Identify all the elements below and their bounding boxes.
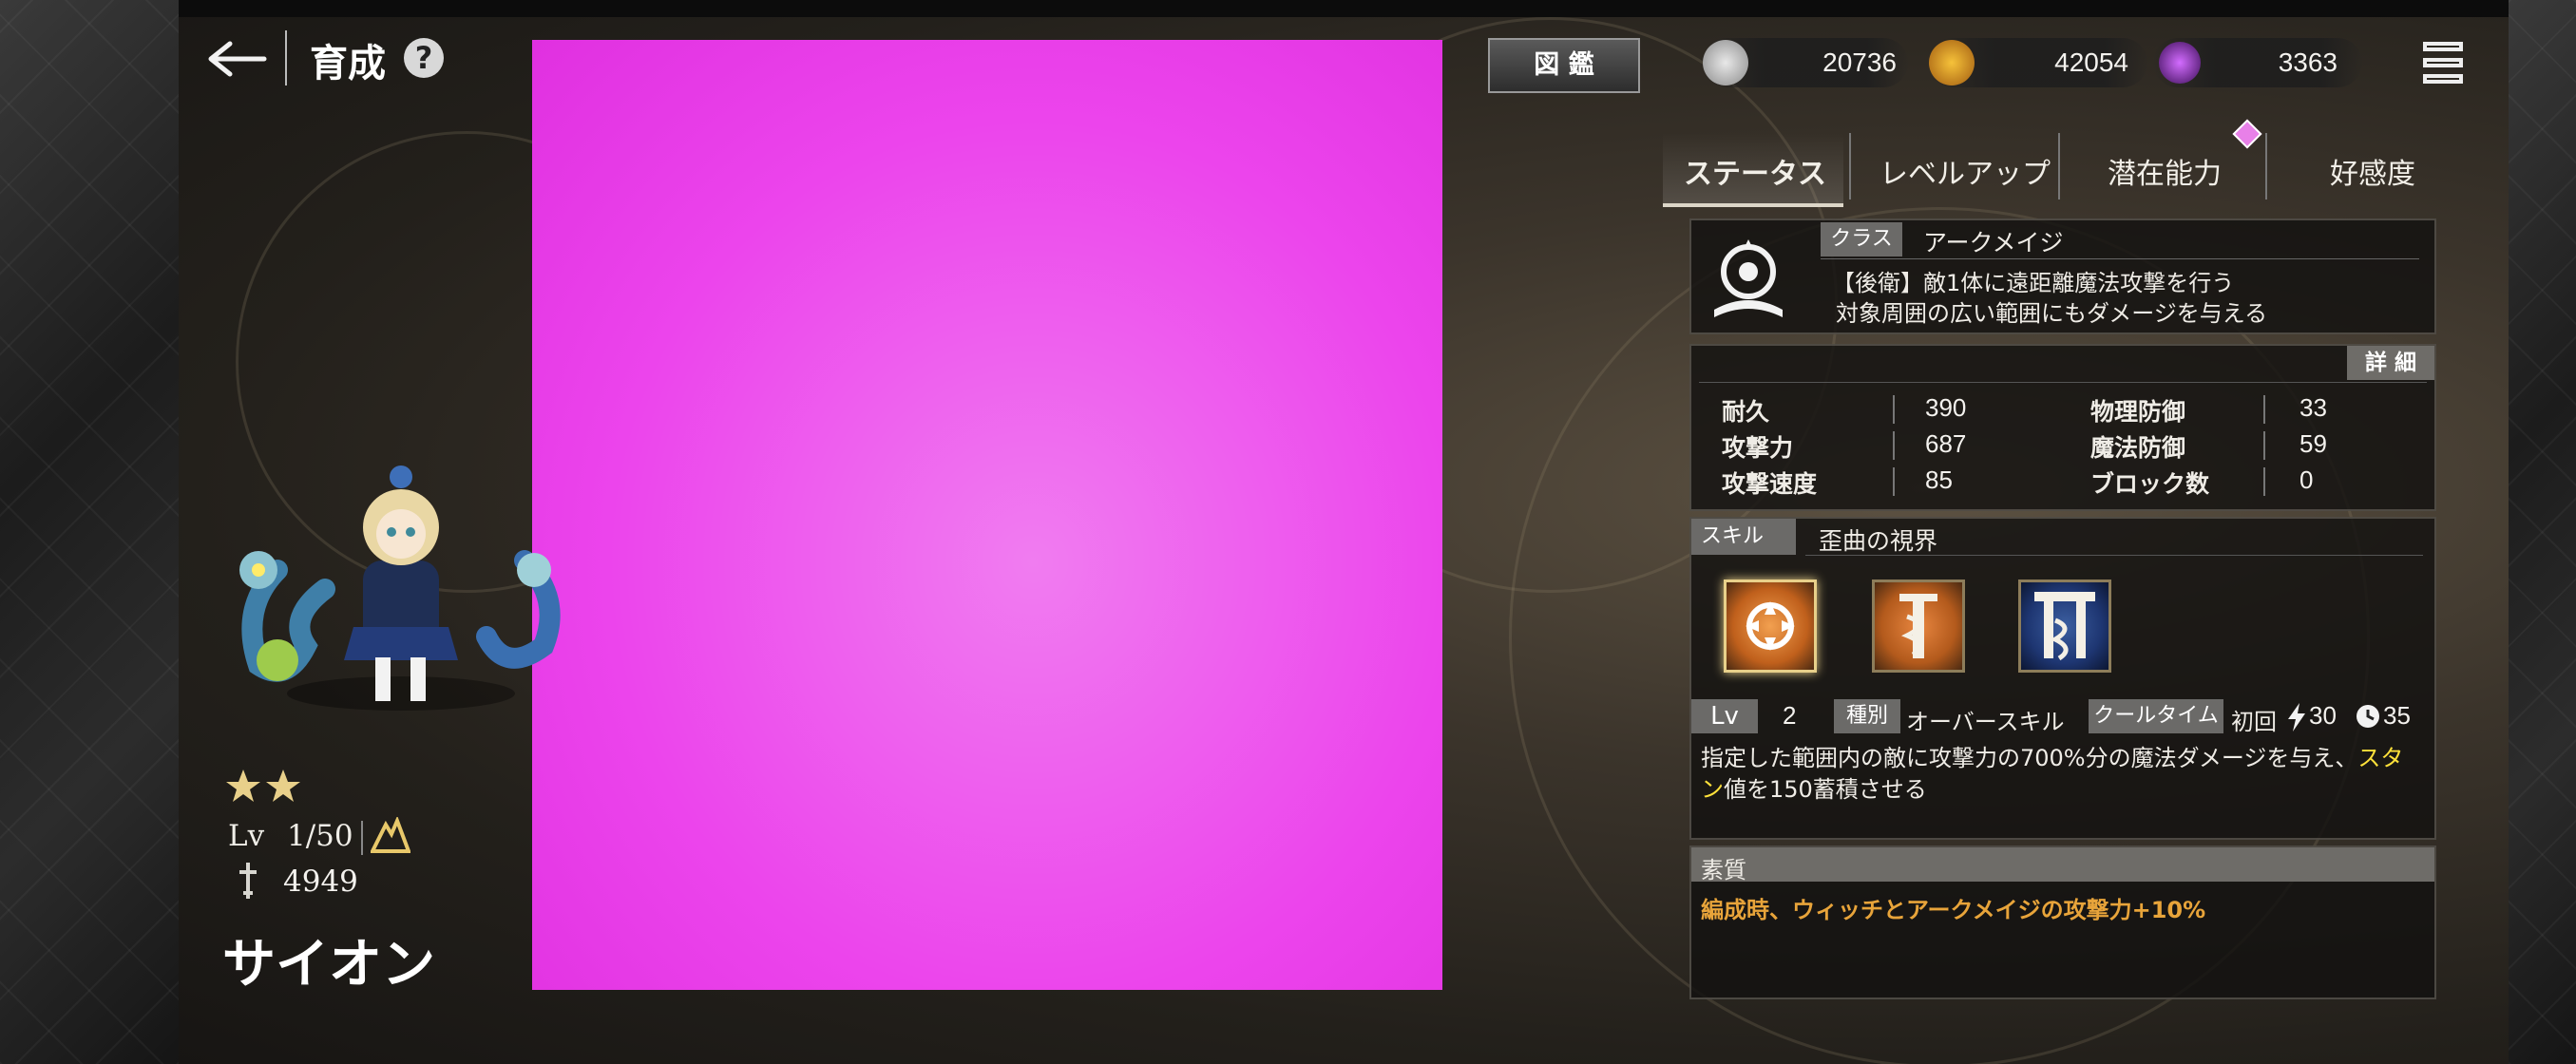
- distortion-skill-icon[interactable]: [1724, 580, 1817, 673]
- skill-name: 歪曲の視界: [1819, 527, 1938, 555]
- back-arrow-icon[interactable]: [207, 38, 268, 80]
- skill-desc: 指定した範囲内の敵に攻撃力の700%分の魔法ダメージを与え、スタン値を150蓄積…: [1701, 743, 2427, 806]
- mountain-icon: [369, 815, 411, 855]
- serpent-staff-skill-icon[interactable]: [1872, 580, 1965, 673]
- stat-separator: [2263, 431, 2265, 460]
- tab-level-up[interactable]: レベルアップ: [1853, 133, 2054, 203]
- stat-separator: [1893, 431, 1895, 460]
- menu-icon[interactable]: [2419, 40, 2467, 86]
- stats-divider: [1699, 382, 2427, 383]
- arcmage-class-icon: [1705, 234, 1792, 321]
- stat-separator: [1893, 395, 1895, 424]
- screen: 育成 ? 図 鑑 20736 42054 3363 ステータス レベルアップ 潜…: [0, 0, 2576, 1064]
- skill-lv-tag: Lv: [1691, 699, 1758, 733]
- skill-first-label: 初回: [2231, 709, 2277, 735]
- level-label: Lv: [228, 819, 265, 853]
- character-level: Lv 1/50: [228, 819, 353, 853]
- level-divider: [361, 821, 363, 855]
- skill-type-value: オーバースキル: [1906, 709, 2065, 735]
- currency-silver: 20736: [1703, 38, 1908, 87]
- character-name: サイオン: [222, 933, 435, 996]
- skill-desc-text: 指定した範囲内の敵に攻撃力の700%分の魔法ダメージを与え、: [1701, 745, 2358, 771]
- skill-first-value: 30: [2309, 701, 2337, 730]
- tab-affection[interactable]: 好感度: [2269, 133, 2459, 203]
- gold-value: 42054: [2054, 48, 2128, 77]
- encyclopedia-button[interactable]: 図 鑑: [1488, 38, 1640, 93]
- class-name: アークメイジ: [1923, 229, 2064, 256]
- skill-cooldown-value: 35: [2383, 701, 2411, 730]
- question-icon: ?: [414, 40, 433, 76]
- stat-label-magic-def: 魔法防御: [2090, 434, 2186, 462]
- tab-status-label: ステータス: [1684, 158, 1826, 191]
- top-border: [0, 0, 2576, 17]
- currency-gold: 42054: [1929, 38, 2147, 87]
- tab-divider: [2058, 133, 2060, 200]
- stats-panel: 詳 細 耐久 攻撃力 攻撃速度 390 687 85 物理防御 魔法防御 ブロッ…: [1689, 344, 2436, 511]
- stat-value-attack: 687: [1925, 429, 1967, 458]
- stat-value-magic-def: 59: [2299, 429, 2327, 458]
- skill-type-tag: 種別: [1834, 699, 1900, 733]
- stat-label-attack: 攻撃力: [1722, 434, 1794, 462]
- right-border-decoration: [2509, 0, 2576, 1064]
- class-tag: クラス: [1821, 222, 1902, 256]
- stat-label-attack-speed: 攻撃速度: [1722, 470, 1818, 498]
- gem-value: 3363: [2278, 48, 2337, 77]
- trait-title: 素質: [1701, 857, 1746, 884]
- stat-value-block: 0: [2299, 466, 2314, 494]
- skill-info-row: Lv 2 種別 オーバースキル クールタイム 初回 30 35: [1691, 699, 2434, 735]
- stat-separator: [1893, 467, 1895, 496]
- tab-affection-label: 好感度: [2330, 158, 2415, 191]
- stat-separator: [2263, 395, 2265, 424]
- page-title: 育成: [310, 42, 386, 86]
- silver-coin-icon: [1703, 40, 1748, 86]
- clock-icon: [2355, 703, 2381, 730]
- skill-desc-text: 値を150蓄積させる: [1724, 776, 1927, 803]
- skill-tag: スキル: [1691, 519, 1796, 555]
- purple-gem-icon: [2159, 42, 2201, 84]
- skill-lv-value: 2: [1783, 701, 1797, 730]
- help-button[interactable]: ?: [404, 38, 444, 78]
- tab-divider: [2265, 133, 2267, 200]
- serpent-gate-skill-icon[interactable]: [2018, 580, 2111, 673]
- silver-value: 20736: [1822, 48, 1897, 77]
- stat-label-block: ブロック数: [2090, 470, 2210, 498]
- stat-separator: [2263, 467, 2265, 496]
- tab-level-up-label: レベルアップ: [1880, 158, 2051, 191]
- stat-value-endurance: 390: [1925, 393, 1967, 422]
- character-power: 4949: [283, 864, 358, 899]
- currency-gem: 3363: [2153, 38, 2362, 87]
- star-rating: [224, 768, 310, 806]
- detail-button[interactable]: 詳 細: [2347, 346, 2434, 380]
- class-panel: クラス アークメイジ 【後衛】敵1体に遠距離魔法攻撃を行う 対象周囲の広い範囲に…: [1689, 218, 2436, 334]
- trait-panel: 素質 編成時、ウィッチとアークメイジの攻撃力+10%: [1689, 846, 2436, 999]
- skill-desc-highlight: ン: [1701, 776, 1724, 803]
- stat-label-phys-def: 物理防御: [2090, 398, 2186, 426]
- stat-label-endurance: 耐久: [1722, 398, 1770, 426]
- detail-label: 詳 細: [2364, 351, 2416, 375]
- stat-value-phys-def: 33: [2299, 393, 2327, 422]
- gold-coin-icon: [1929, 40, 1975, 86]
- skill-divider: [1805, 555, 2423, 556]
- level-value: 1/50: [286, 819, 353, 853]
- stat-value-attack-speed: 85: [1925, 466, 1953, 494]
- trait-text: 編成時、ウィッチとアークメイジの攻撃力+10%: [1701, 897, 2206, 923]
- tab-potential-label: 潜在能力: [2108, 158, 2222, 191]
- header-divider: [285, 30, 287, 86]
- encyclopedia-label: 図 鑑: [1534, 50, 1594, 80]
- tab-divider: [1849, 133, 1851, 200]
- character-art-placeholder: [532, 40, 1442, 990]
- skill-desc-highlight: スタ: [2357, 745, 2404, 771]
- class-desc-line2: 対象周囲の広い範囲にもダメージを与える: [1836, 300, 2268, 327]
- skill-panel: スキル 歪曲の視界 Lv 2 種別 オーバースキル クールタイム 初回 30 3…: [1689, 517, 2436, 840]
- tab-status[interactable]: ステータス: [1663, 133, 1843, 207]
- left-border-decoration: [0, 0, 179, 1064]
- class-desc-line1: 【後衛】敵1体に遠距離魔法攻撃を行う: [1832, 270, 2235, 296]
- class-divider: [1821, 258, 2419, 259]
- sword-icon: [234, 861, 262, 902]
- character-sprite[interactable]: [220, 456, 582, 722]
- skill-cooldown-tag: クールタイム: [2089, 699, 2223, 733]
- tab-potential[interactable]: 潜在能力: [2062, 119, 2263, 203]
- lightning-icon: [2286, 703, 2307, 732]
- trait-header: 素質: [1691, 847, 2434, 884]
